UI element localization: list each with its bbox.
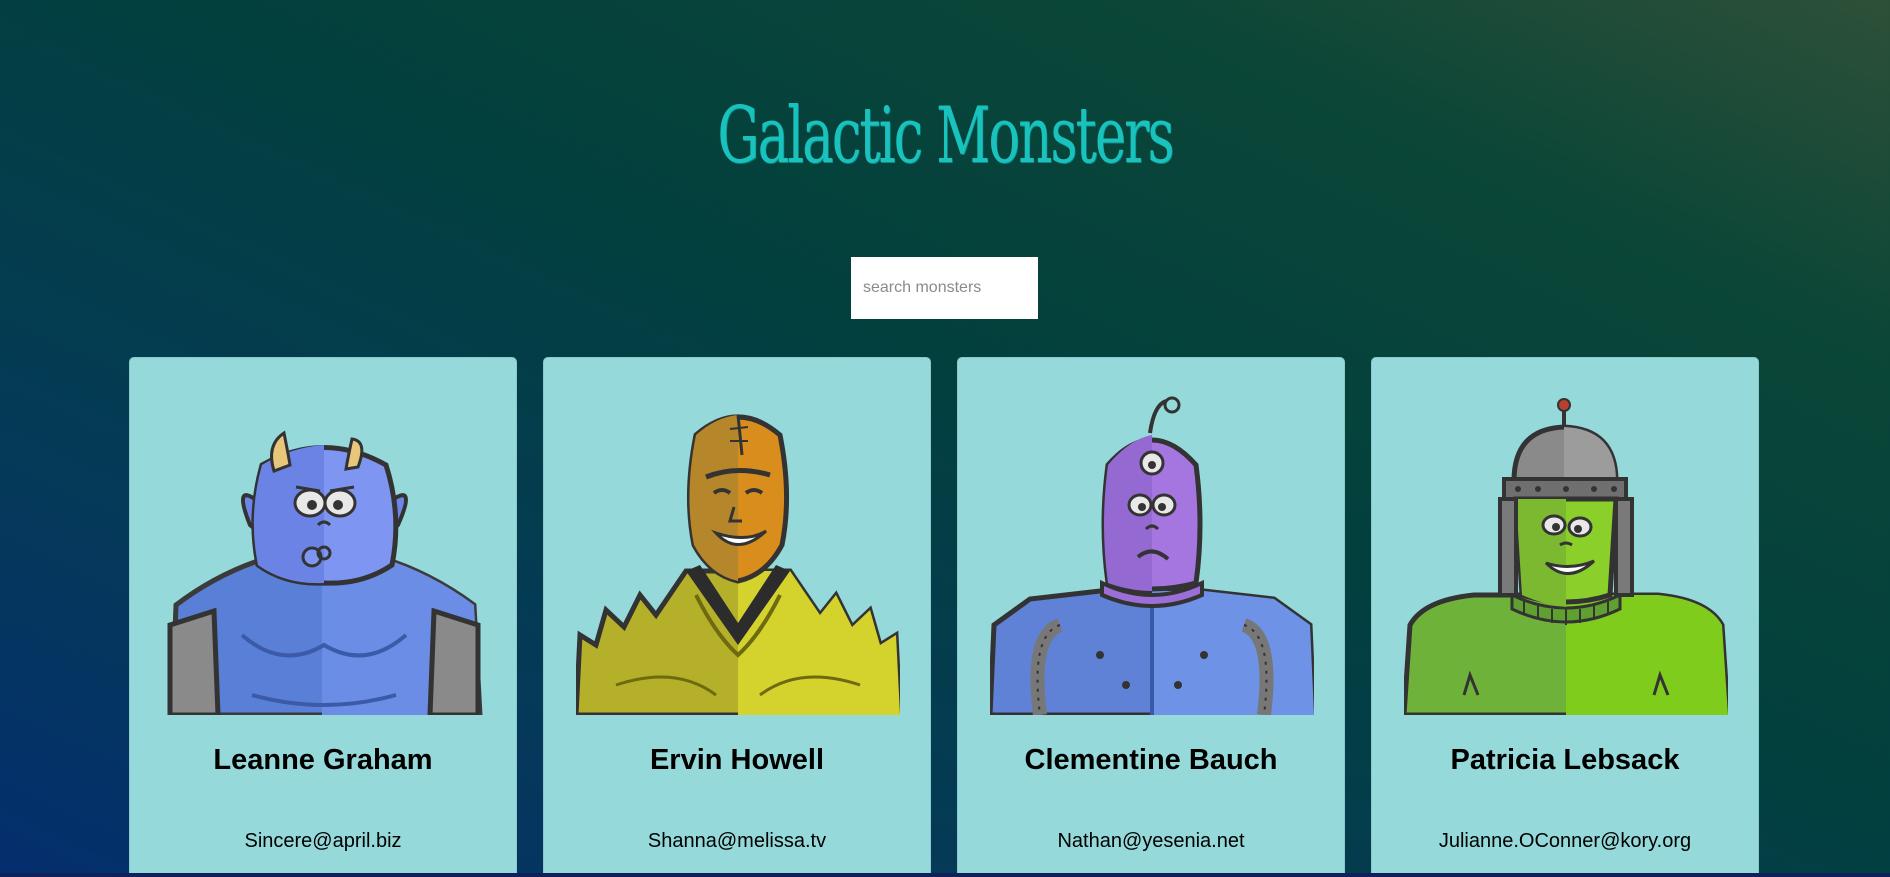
monster-email: Shanna@melissa.tv [647, 830, 827, 852]
monster-avatar [576, 414, 900, 715]
monster-name: Clementine Bauch [1024, 744, 1278, 776]
monster-name: Patricia Lebsack [1450, 744, 1680, 776]
monster-card[interactable]: Patricia Lebsack Julianne.OConner@kory.o… [1371, 357, 1759, 877]
monster-name: Ervin Howell [649, 744, 825, 776]
monster-avatar [990, 396, 1314, 715]
monster-email: Sincere@april.biz [244, 830, 402, 852]
monster-card[interactable]: Ervin Howell Shanna@melissa.tv [543, 357, 931, 877]
search-input[interactable] [851, 257, 1038, 319]
monster-avatar [167, 430, 483, 715]
card-list: Leanne Graham Sincere@april.biz Ervin Ho… [129, 357, 1761, 877]
monster-name: Leanne Graham [213, 744, 433, 776]
monster-card[interactable]: Leanne Graham Sincere@april.biz [129, 357, 517, 877]
monster-email: Julianne.OConner@kory.org [1438, 830, 1692, 852]
monster-card[interactable]: Clementine Bauch Nathan@yesenia.net [957, 357, 1345, 877]
monster-email: Nathan@yesenia.net [1057, 830, 1245, 852]
page-bottom-edge [0, 873, 1890, 877]
page-title: Galactic Monsters [717, 91, 1174, 181]
monster-avatar [1404, 398, 1728, 715]
